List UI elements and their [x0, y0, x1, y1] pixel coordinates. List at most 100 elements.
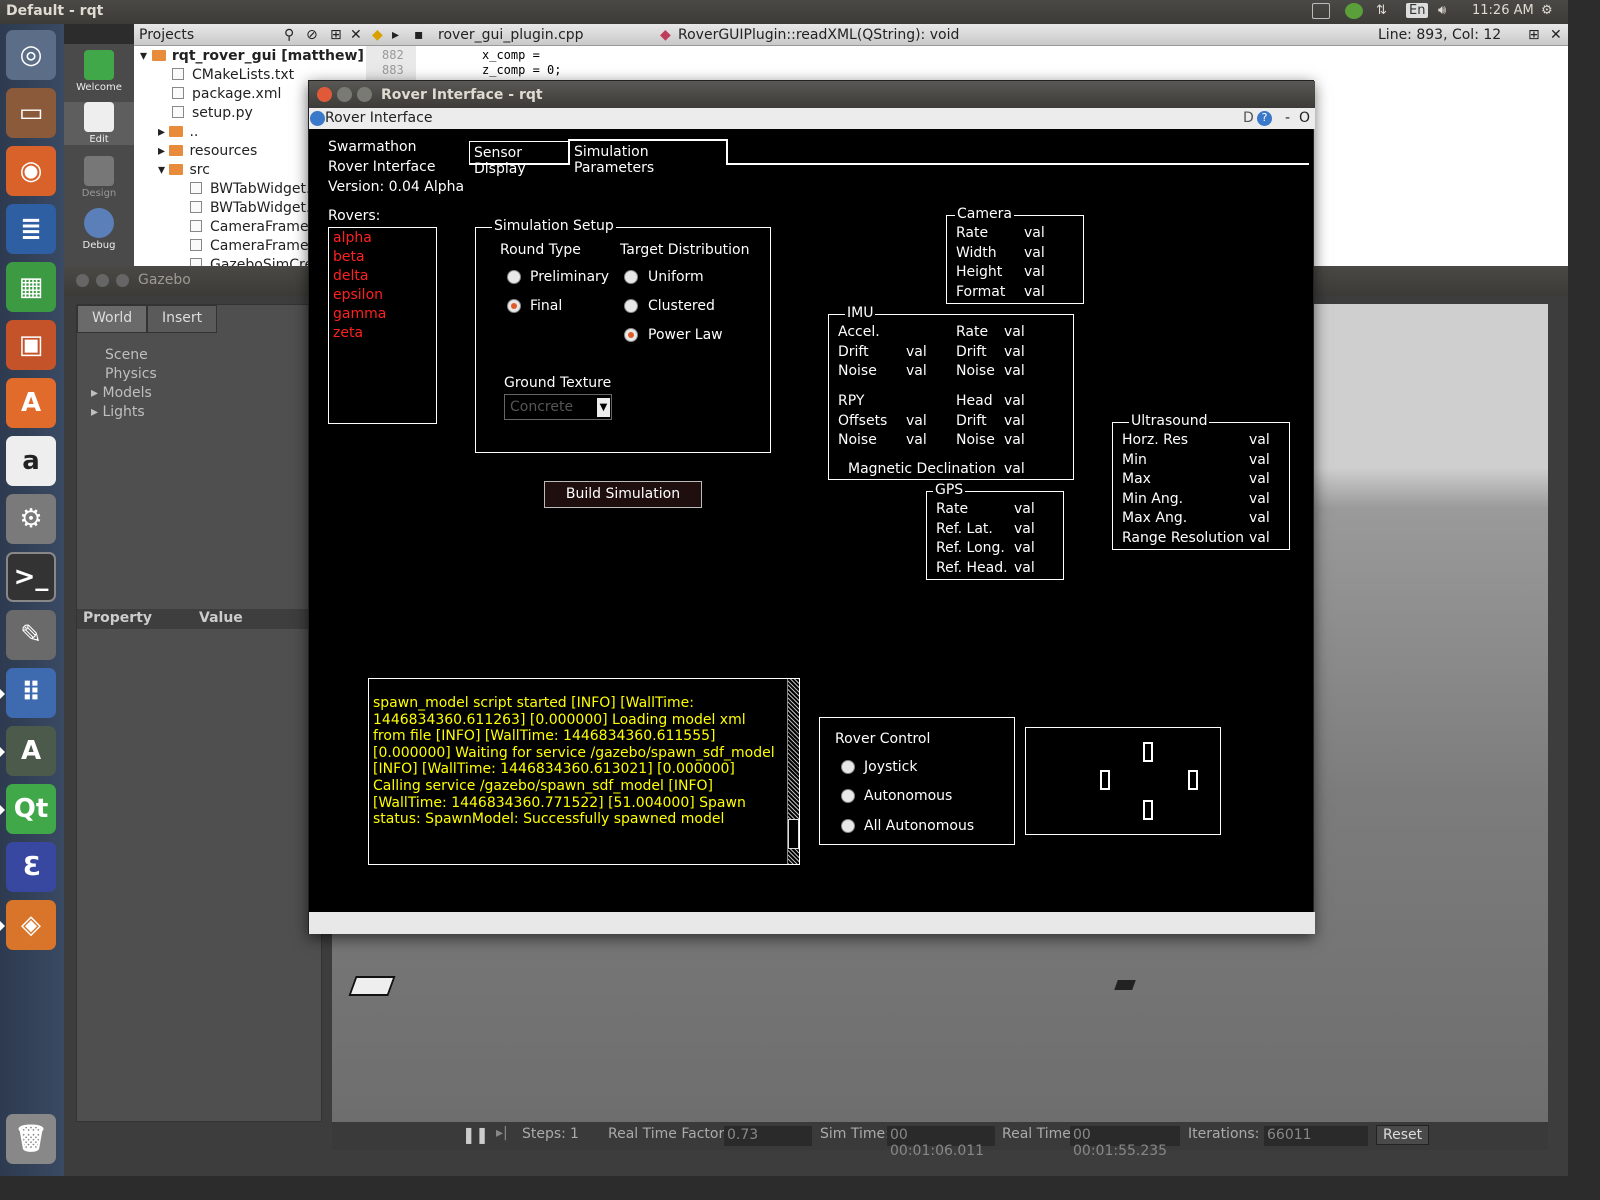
software-center-icon[interactable]: A: [6, 378, 56, 428]
tree-item[interactable]: BWTabWidget.: [190, 200, 310, 219]
radio-joystick[interactable]: [841, 760, 855, 774]
tree-lights[interactable]: ▸ Lights: [91, 404, 145, 420]
trash-icon[interactable]: 🗑︎: [6, 1114, 56, 1164]
list-item[interactable]: delta: [333, 268, 368, 284]
tree-item[interactable]: ▾ src: [158, 162, 210, 181]
tree-item[interactable]: CMakeLists.txt: [172, 67, 294, 86]
rqt-icon[interactable]: ℇ: [6, 842, 56, 892]
function-selector[interactable]: RoverGUIPlugin::readXML(QString): void: [678, 27, 959, 43]
radio-power-law[interactable]: [624, 328, 638, 342]
build-simulation-button[interactable]: Build Simulation: [544, 481, 702, 508]
filter-icon[interactable]: ⚲: [284, 27, 294, 43]
ubuntu-dash-icon[interactable]: ◎: [6, 30, 56, 80]
log-scrollbar-thumb[interactable]: [788, 819, 799, 849]
radio-autonomous[interactable]: [841, 789, 855, 803]
amazon-icon[interactable]: a: [6, 436, 56, 486]
list-item[interactable]: gamma: [333, 306, 386, 322]
maximize-icon[interactable]: [116, 274, 129, 287]
list-item[interactable]: alpha: [333, 230, 372, 246]
update-manager-icon[interactable]: A: [0, 726, 56, 776]
qt-creator-icon[interactable]: Qt: [0, 784, 56, 834]
radio-all-autonomous[interactable]: [841, 819, 855, 833]
split-editor-icon[interactable]: ⊞: [1528, 27, 1540, 43]
mode-design[interactable]: Design: [64, 156, 134, 199]
reset-button[interactable]: Reset: [1376, 1125, 1430, 1145]
volume-icon[interactable]: 🔊︎: [1438, 3, 1446, 18]
log-scrollbar[interactable]: [787, 679, 799, 864]
text-editor-icon[interactable]: ✎: [6, 610, 56, 660]
mode-edit[interactable]: Edit: [64, 102, 134, 145]
help-button[interactable]: ?: [1257, 111, 1272, 126]
system-settings-icon[interactable]: ⚙: [6, 494, 56, 544]
split-icon[interactable]: ⊞: [330, 27, 342, 43]
back-icon[interactable]: ◆: [372, 27, 383, 43]
steps-value[interactable]: 1: [570, 1126, 579, 1142]
writer-icon[interactable]: ≣: [6, 204, 56, 254]
dock-title: Rover Interface: [325, 110, 433, 126]
tree-physics[interactable]: Physics: [105, 366, 157, 382]
tree-item[interactable]: ▸ ..: [158, 124, 198, 143]
tree-item[interactable]: setup.py: [172, 105, 253, 124]
tree-item[interactable]: package.xml: [172, 86, 281, 105]
apps-grid-icon[interactable]: ⠿: [0, 668, 56, 718]
model-marker[interactable]: [1114, 980, 1136, 990]
tree-item[interactable]: CameraFrame.: [190, 238, 313, 257]
rtf-label: Real Time Factor:: [608, 1126, 729, 1142]
tree-item[interactable]: BWTabWidget.: [190, 181, 310, 200]
list-item[interactable]: zeta: [333, 325, 363, 341]
files-icon[interactable]: ▭: [6, 88, 56, 138]
tree-item[interactable]: ▸ resources: [158, 143, 257, 162]
tree-models[interactable]: ▸ Models: [91, 385, 152, 401]
transfer-icon[interactable]: ⇅: [1376, 3, 1387, 18]
log-output[interactable]: spawn_model script started [INFO] [WallT…: [368, 678, 800, 865]
rqt-titlebar[interactable]: Rover Interface - rqt: [309, 81, 1315, 108]
network-icon[interactable]: [1312, 3, 1330, 23]
radio-final[interactable]: [507, 299, 521, 313]
clock[interactable]: 11:26 AM: [1472, 3, 1534, 18]
tab-simulation-parameters[interactable]: Simulation Parameters: [568, 139, 728, 176]
step-icon[interactable]: ▸|: [496, 1125, 508, 1141]
maximize-icon[interactable]: [357, 87, 372, 102]
tab-world[interactable]: World: [77, 305, 148, 333]
radio-preliminary[interactable]: [507, 270, 521, 284]
gazebo-icon[interactable]: ◈: [0, 900, 56, 950]
close-icon[interactable]: [76, 274, 89, 287]
open-file-selector[interactable]: rover_gui_plugin.cpp: [438, 27, 584, 43]
close-editor-icon[interactable]: ✕: [1550, 27, 1562, 43]
power-icon[interactable]: ⚙︎: [1541, 3, 1553, 18]
pause-icon[interactable]: ❚❚: [462, 1125, 489, 1144]
chevron-down-icon[interactable]: ▼: [597, 398, 610, 417]
impress-icon[interactable]: ▣: [6, 320, 56, 370]
mode-debug[interactable]: Debug: [64, 208, 134, 251]
mode-welcome[interactable]: Welcome: [64, 50, 134, 93]
radio-clustered[interactable]: [624, 299, 638, 313]
rovers-list[interactable]: alpha beta delta epsilon gamma zeta: [328, 227, 437, 424]
close-icon[interactable]: [317, 87, 332, 102]
close-icon[interactable]: ✕: [350, 27, 362, 43]
calc-icon[interactable]: ▦: [6, 262, 56, 312]
list-item[interactable]: beta: [333, 249, 365, 265]
help-icon[interactable]: [310, 111, 325, 126]
keyboard-language-indicator[interactable]: En: [1406, 3, 1429, 18]
tab-sensor-display[interactable]: Sensor Display: [469, 141, 569, 177]
minimize-icon[interactable]: [337, 87, 352, 102]
terminal-icon[interactable]: >_: [6, 552, 56, 602]
firefox-icon[interactable]: ◉: [6, 146, 56, 196]
update-icon[interactable]: [1345, 3, 1363, 23]
link-icon[interactable]: ⊘: [306, 27, 318, 43]
minimize-icon[interactable]: [96, 274, 109, 287]
close-dock-button[interactable]: O: [1299, 110, 1310, 126]
ground-texture-select[interactable]: Concrete ▼: [504, 394, 612, 420]
debug-toggle-button[interactable]: D: [1243, 110, 1254, 126]
projects-selector[interactable]: Projects: [139, 27, 194, 43]
tree-item[interactable]: CameraFrame.: [190, 219, 313, 238]
forward-icon[interactable]: ▸: [392, 27, 399, 43]
model-marker[interactable]: [348, 976, 396, 996]
minimize-dock-button[interactable]: -: [1285, 110, 1290, 126]
list-item[interactable]: epsilon: [333, 287, 383, 303]
radio-uniform[interactable]: [624, 270, 638, 284]
joystick-display[interactable]: [1025, 727, 1221, 835]
tree-item-root[interactable]: ▾ rqt_rover_gui [matthew]: [140, 48, 364, 67]
tree-scene[interactable]: Scene: [105, 347, 148, 363]
tab-insert[interactable]: Insert: [147, 305, 218, 333]
